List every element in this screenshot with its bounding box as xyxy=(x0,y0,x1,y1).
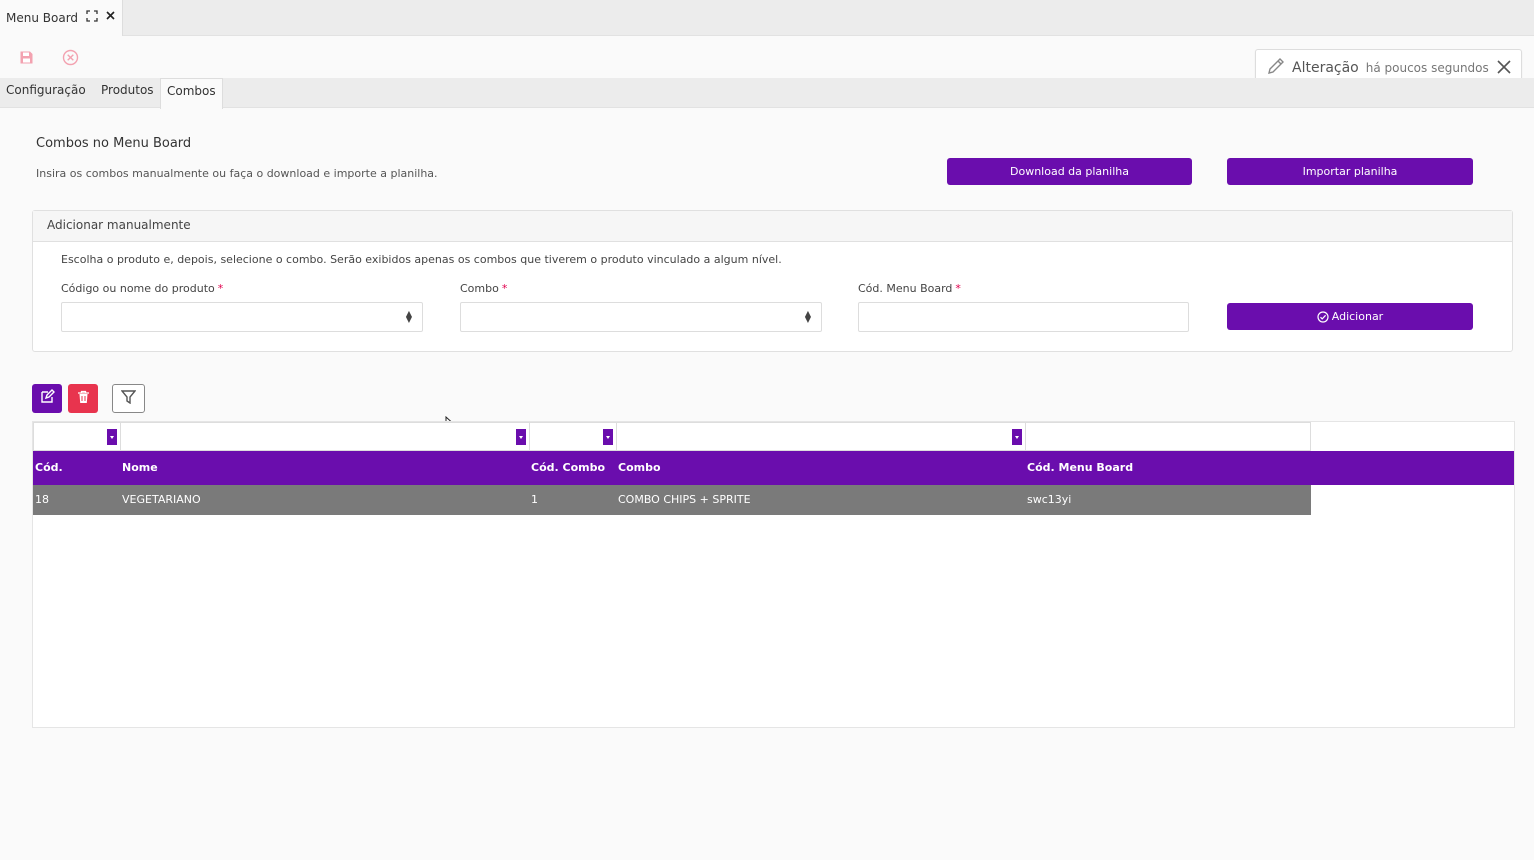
window-tab[interactable]: Menu Board xyxy=(0,0,123,36)
trash-icon xyxy=(77,389,90,408)
check-circle-icon xyxy=(1317,310,1329,323)
tab-configuracao[interactable]: Configuração xyxy=(0,78,92,108)
cell-cod-menu-board: swc13yi xyxy=(1027,493,1072,506)
tab-label: Combos xyxy=(167,84,216,98)
tab-label: Configuração xyxy=(6,83,86,97)
window-tab-title: Menu Board xyxy=(6,11,79,25)
cell-nome: VEGETARIANO xyxy=(122,493,201,506)
grid-filter-row xyxy=(33,422,1311,451)
section-subtitle: Insira os combos manualmente ou faça o d… xyxy=(36,167,438,180)
combo-field-label: Combo * xyxy=(460,282,507,295)
filter-cell-nome[interactable] xyxy=(120,422,530,451)
tab-combos[interactable]: Combos xyxy=(160,78,223,109)
cancel-circle-icon[interactable] xyxy=(59,46,81,68)
combo-label-text: Combo xyxy=(460,282,499,295)
close-icon[interactable] xyxy=(1495,58,1513,80)
filter-icon xyxy=(120,389,137,408)
edit-icon xyxy=(40,389,55,408)
notice-title: Alteração xyxy=(1292,59,1359,76)
pencil-icon xyxy=(1266,56,1286,80)
code-field-label: Cód. Menu Board * xyxy=(858,282,961,295)
code-label-text: Cód. Menu Board xyxy=(858,282,953,295)
panel-description: Escolha o produto e, depois, selecione o… xyxy=(61,253,782,266)
product-label-text: Código ou nome do produto xyxy=(61,282,215,295)
nav-tabs: Configuração Produtos Combos xyxy=(0,78,1534,109)
cell-cod-combo: 1 xyxy=(531,493,538,506)
table-row[interactable]: 18 VEGETARIANO 1 COMBO CHIPS + SPRITE sw… xyxy=(33,485,1311,515)
manual-add-panel: Adicionar manualmente Escolha o produto … xyxy=(32,210,1513,352)
product-field-label: Código ou nome do produto * xyxy=(61,282,223,295)
edit-button[interactable] xyxy=(32,384,62,413)
window-tab-bar: Menu Board xyxy=(0,0,1534,36)
filter-cell-cod-menu-board[interactable] xyxy=(1025,422,1311,451)
section-title: Combos no Menu Board xyxy=(36,136,192,151)
add-button-label: Adicionar xyxy=(1331,310,1384,323)
cell-cod: 18 xyxy=(35,493,49,506)
column-header-combo[interactable]: Combo xyxy=(616,451,661,485)
product-select[interactable]: ▲ ▼ xyxy=(61,302,423,332)
save-icon[interactable] xyxy=(15,46,37,68)
column-header-nome[interactable]: Nome xyxy=(120,451,158,485)
tab-produtos[interactable]: Produtos xyxy=(95,78,160,108)
filter-button[interactable] xyxy=(112,384,145,413)
expand-icon[interactable] xyxy=(86,10,98,25)
add-button[interactable]: Adicionar xyxy=(1227,303,1473,330)
delete-button[interactable] xyxy=(68,384,98,413)
grid-header-row: Cód. Nome Cód. Combo Combo Cód. Menu Boa… xyxy=(33,451,1514,485)
filter-cell-combo[interactable] xyxy=(616,422,1026,451)
menu-board-code-input[interactable] xyxy=(858,302,1189,332)
column-header-cod[interactable]: Cód. xyxy=(33,451,63,485)
close-icon[interactable] xyxy=(105,10,116,24)
column-header-cod-menu-board[interactable]: Cód. Menu Board xyxy=(1025,451,1133,485)
filter-dropdown-icon[interactable] xyxy=(1012,429,1022,445)
notice-time: há poucos segundos xyxy=(1365,60,1489,75)
filter-cell-cod[interactable] xyxy=(33,422,121,451)
import-spreadsheet-button[interactable]: Importar planilha xyxy=(1227,158,1473,185)
filter-dropdown-icon[interactable] xyxy=(603,429,613,445)
panel-header: Adicionar manualmente xyxy=(33,211,1512,242)
download-spreadsheet-button[interactable]: Download da planilha xyxy=(947,158,1192,185)
required-mark: * xyxy=(501,282,508,295)
filter-cell-cod-combo[interactable] xyxy=(529,422,617,451)
sort-arrows-icon: ▲ ▼ xyxy=(804,309,811,324)
combos-grid: Cód. Nome Cód. Combo Combo Cód. Menu Boa… xyxy=(32,421,1515,728)
filter-dropdown-icon[interactable] xyxy=(107,429,117,445)
required-mark: * xyxy=(217,282,224,295)
tab-label: Produtos xyxy=(101,83,154,97)
combo-select[interactable]: ▲ ▼ xyxy=(460,302,822,332)
sort-arrows-icon: ▲ ▼ xyxy=(405,309,412,324)
required-mark: * xyxy=(955,282,961,295)
filter-dropdown-icon[interactable] xyxy=(516,429,526,445)
column-header-cod-combo[interactable]: Cód. Combo xyxy=(529,451,605,485)
cell-combo: COMBO CHIPS + SPRITE xyxy=(618,493,751,506)
